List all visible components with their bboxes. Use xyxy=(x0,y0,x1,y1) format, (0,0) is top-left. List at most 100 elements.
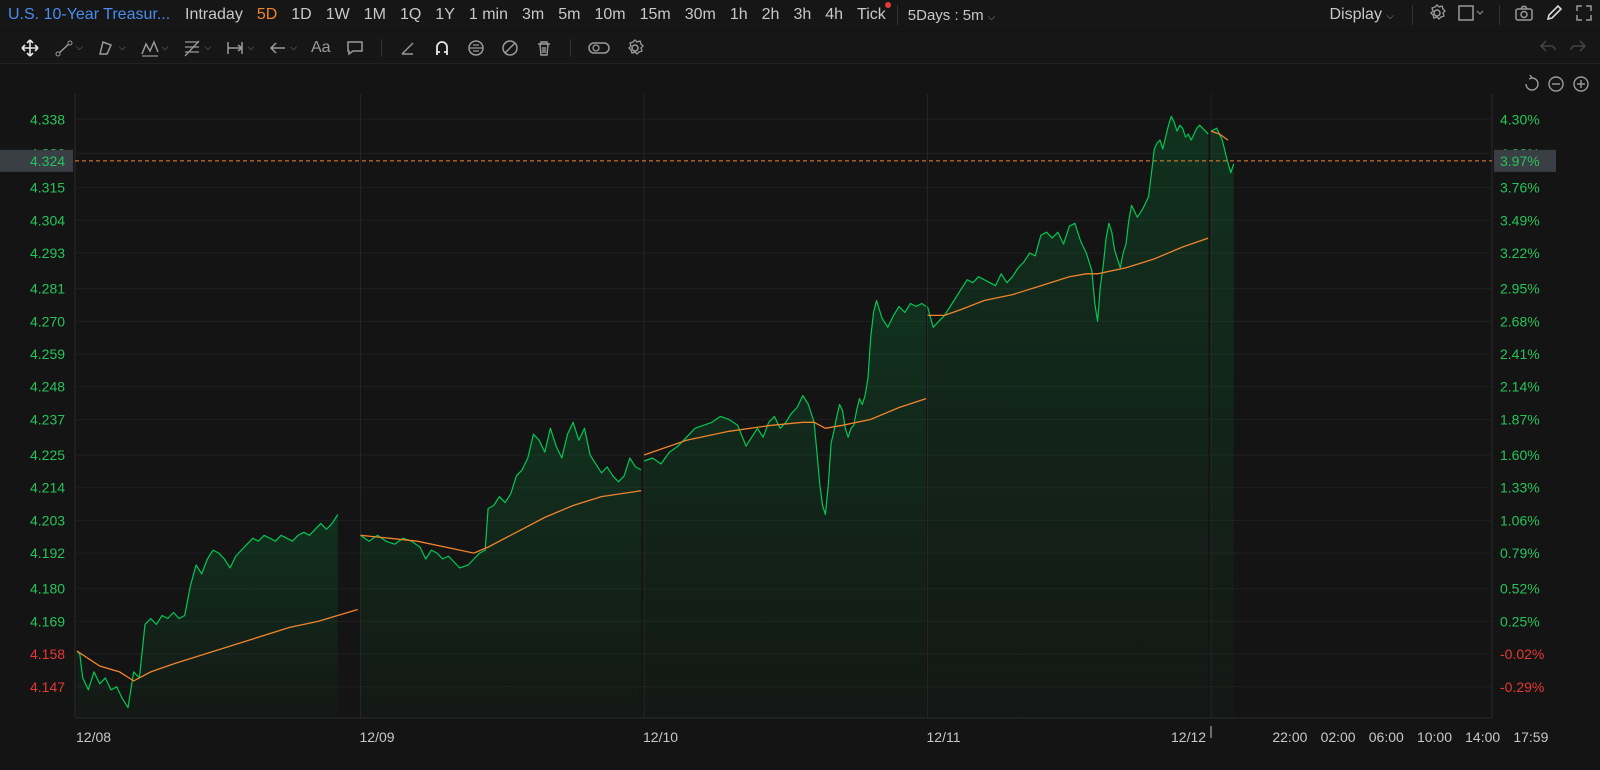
timeframe-1-min[interactable]: 1 min xyxy=(462,6,515,24)
trendline-icon xyxy=(55,40,73,56)
current-price-label: 4.324 xyxy=(30,153,65,169)
redo-button[interactable] xyxy=(1568,36,1588,61)
price-area-12-12 xyxy=(1211,128,1234,718)
timeframe-30m[interactable]: 30m xyxy=(678,6,723,24)
ruler-tool[interactable] xyxy=(394,34,422,62)
toolbar-settings[interactable] xyxy=(621,34,649,62)
layout-icon[interactable] xyxy=(1457,3,1485,28)
trash-icon xyxy=(537,40,550,56)
y-tick-right: 3.76% xyxy=(1500,180,1540,196)
x-tick-label: 12/10 xyxy=(643,729,678,745)
y-tick-left: 4.158 xyxy=(30,646,65,662)
move-tool[interactable] xyxy=(16,34,44,62)
fullscreen-icon[interactable] xyxy=(1574,3,1594,28)
divider xyxy=(380,38,382,57)
chevron-down-icon: ⌵ xyxy=(987,11,996,23)
measure-tool[interactable]: ⌵ xyxy=(221,34,258,62)
text-icon: Aa xyxy=(310,38,331,56)
y-tick-left: 4.304 xyxy=(30,212,65,228)
y-tick-left: 4.293 xyxy=(30,245,65,261)
pencil-icon[interactable] xyxy=(1544,3,1564,28)
trendline-tool[interactable]: ⌵ xyxy=(50,34,87,62)
x-tick-label: 14:00 xyxy=(1465,729,1500,745)
timeframe-bar: U.S. 10-Year Treasur... Intraday 5D 1D 1W 1M… xyxy=(0,0,1600,30)
x-tick-label: 12/08 xyxy=(76,729,111,745)
timeframe-1y[interactable]: 1Y xyxy=(428,6,462,24)
chevron-down-icon: ⌵ xyxy=(161,42,169,52)
y-tick-right: 2.14% xyxy=(1500,379,1540,395)
y-axis-left: 4.3384.3264.3154.3044.2934.2814.2704.259… xyxy=(0,111,73,695)
price-area-12-10 xyxy=(644,300,927,718)
timeframe-intraday[interactable]: Intraday xyxy=(178,6,250,24)
period-select[interactable]: 5Days : 5m ⌵ xyxy=(902,7,1002,24)
divider xyxy=(1412,5,1413,25)
symbol-title[interactable]: U.S. 10-Year Treasur... xyxy=(0,6,178,24)
timeframe-1d[interactable]: 1D xyxy=(284,6,318,24)
magnet-tool[interactable] xyxy=(428,34,456,62)
y-tick-left: 4.237 xyxy=(30,411,65,427)
x-tick-label: 06:00 xyxy=(1369,729,1404,745)
text-tool[interactable]: Aa xyxy=(307,34,335,62)
zoom-controls xyxy=(1525,74,1589,92)
timeframe-2h[interactable]: 2h xyxy=(755,6,787,24)
divider xyxy=(569,38,571,57)
pattern-tool[interactable]: ⌵ xyxy=(93,34,130,62)
y-tick-right: 4.30% xyxy=(1500,111,1540,127)
timeframe-5m[interactable]: 5m xyxy=(551,6,587,24)
divider xyxy=(1499,5,1500,25)
timeframe-3m[interactable]: 3m xyxy=(515,6,551,24)
wave-icon xyxy=(140,39,159,57)
timeframe-1q[interactable]: 1Q xyxy=(393,6,428,24)
undo-button[interactable] xyxy=(1538,36,1558,61)
y-tick-left: 4.147 xyxy=(30,679,65,695)
chevron-down-icon: ⌵ xyxy=(247,42,255,52)
y-tick-right: -0.02% xyxy=(1500,646,1544,662)
area-fills xyxy=(77,116,1234,719)
display-menu[interactable]: Display ⌵ xyxy=(1329,6,1398,24)
timeframe-1h[interactable]: 1h xyxy=(723,6,755,24)
divider xyxy=(896,5,898,25)
price-chart[interactable]: 4.3384.3264.3154.3044.2934.2814.2704.259… xyxy=(0,66,1600,770)
y-tick-left: 4.214 xyxy=(30,480,65,496)
timeframe-tick[interactable]: Tick xyxy=(850,2,893,24)
x-tick-label: 10:00 xyxy=(1417,729,1452,745)
timeframe-3h[interactable]: 3h xyxy=(786,6,818,24)
y-tick-left: 4.169 xyxy=(30,613,65,629)
timeframe-1m[interactable]: 1M xyxy=(357,6,393,24)
camera-icon[interactable] xyxy=(1514,3,1534,28)
y-tick-right: 2.41% xyxy=(1500,346,1540,362)
reset-zoom-icon[interactable] xyxy=(1525,74,1539,91)
fib-tool[interactable]: ⌵ xyxy=(178,34,215,62)
timeframe-5d[interactable]: 5D xyxy=(250,6,284,24)
timeframe-10m[interactable]: 10m xyxy=(587,6,632,24)
zoom-in-plus xyxy=(1577,80,1585,88)
redo-icon xyxy=(1570,40,1587,52)
trash-tool[interactable] xyxy=(530,34,558,62)
y-tick-right: 2.68% xyxy=(1500,313,1540,329)
arrow-tool[interactable]: ⌵ xyxy=(264,34,301,62)
measure-icon xyxy=(227,41,244,54)
timeframe-1w[interactable]: 1W xyxy=(319,6,357,24)
lock-tool[interactable] xyxy=(462,34,490,62)
y-tick-right: 1.60% xyxy=(1500,447,1540,463)
chart-settings-icon[interactable] xyxy=(1427,3,1447,28)
x-tick-label: 12/12 xyxy=(1171,729,1206,745)
y-tick-right: 1.33% xyxy=(1500,480,1540,496)
hide-tool[interactable] xyxy=(496,34,524,62)
comment-tool[interactable] xyxy=(341,34,369,62)
timeframe-15m[interactable]: 15m xyxy=(633,6,678,24)
y-tick-left: 4.192 xyxy=(30,545,65,561)
chevron-down-icon: ⌵ xyxy=(76,42,83,52)
drawing-toolbar: ⌵ ⌵ ⌵ ⌵ ⌵ ⌵ Aa xyxy=(0,32,1600,64)
y-tick-right: 0.52% xyxy=(1500,581,1540,597)
wave-tool[interactable]: ⌵ xyxy=(136,34,173,62)
comment-icon xyxy=(346,40,363,55)
y-axis-right: 4.30%4.03%3.76%3.49%3.22%2.95%2.68%2.41%… xyxy=(1494,111,1556,695)
x-tick-label: 17:59 xyxy=(1513,729,1548,745)
y-tick-left: 4.225 xyxy=(30,447,65,463)
timeframe-4h[interactable]: 4h xyxy=(818,6,850,24)
compare-tool[interactable] xyxy=(583,34,615,62)
y-tick-left: 4.180 xyxy=(30,581,65,597)
chart-canvas[interactable]: 4.3384.3264.3154.3044.2934.2814.2704.259… xyxy=(0,66,1600,770)
chevron-down-icon: ⌵ xyxy=(118,42,126,52)
